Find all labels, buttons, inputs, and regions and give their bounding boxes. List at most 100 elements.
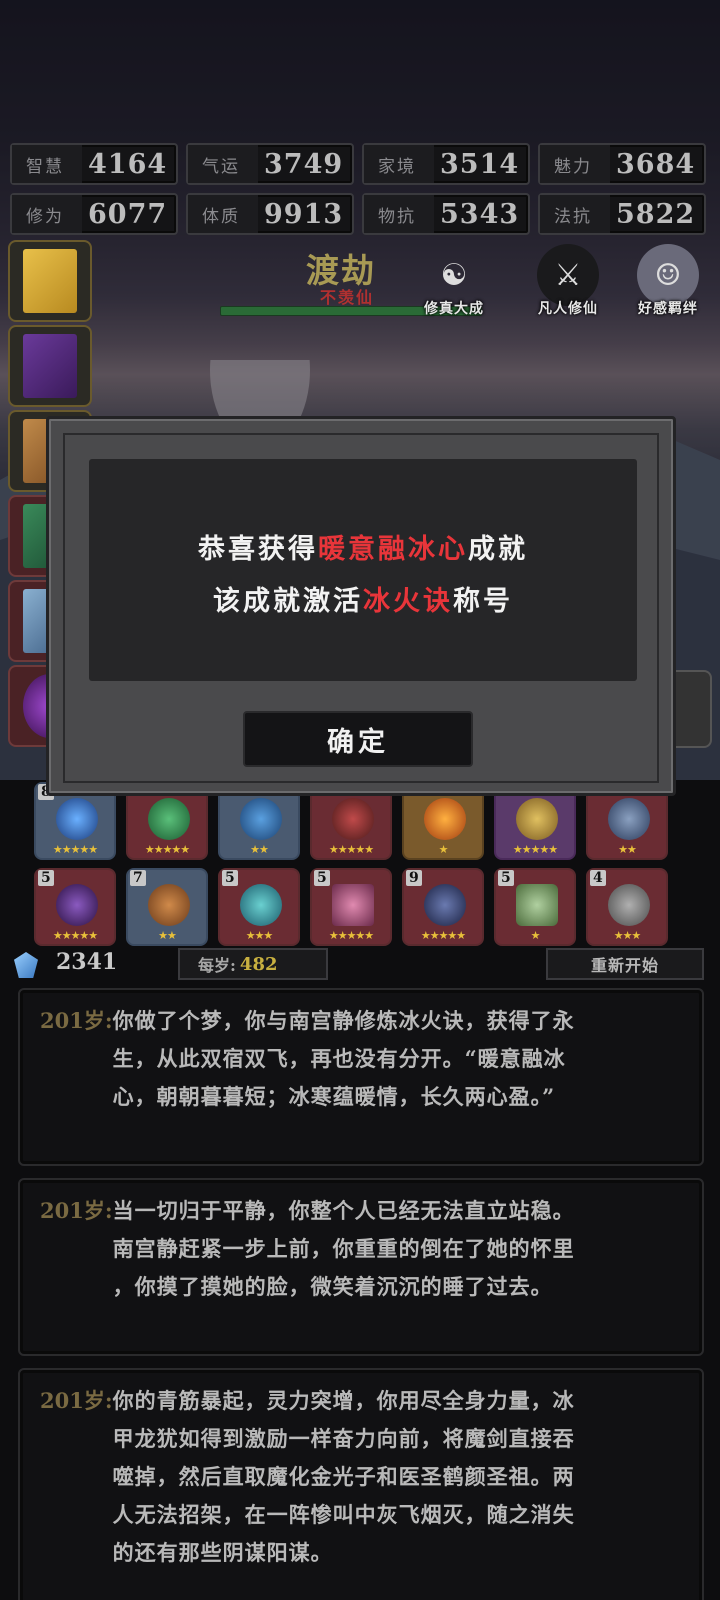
orb-artifact-icon bbox=[56, 798, 98, 840]
message-suffix: 称号 bbox=[453, 586, 513, 617]
title-name: 冰火诀 bbox=[363, 586, 453, 617]
log-entry: 201岁: 你做了个梦，你与南宫静修炼冰火诀，获得了永 生，从此双宿双飞，再也没… bbox=[18, 988, 704, 1166]
stat-wukang: 物抗 5343 bbox=[362, 193, 530, 235]
item-level: 7 bbox=[130, 870, 146, 886]
stat-label: 物抗 bbox=[364, 195, 434, 233]
realm-subtitle: 不羡仙 bbox=[320, 288, 375, 307]
log-line: 噬掉，然后直取魔化金光子和医圣鹤颜圣祖。两 bbox=[112, 1464, 575, 1489]
stat-zhihui: 智慧 4164 bbox=[10, 143, 178, 185]
item-stars: ★★★ bbox=[245, 929, 274, 942]
log-age: 201岁: bbox=[40, 1388, 113, 1413]
sword-icon: ⚔ bbox=[537, 244, 599, 306]
log-entry: 201岁: 你的青筋暴起，灵力突增，你用尽全身力量，冰 甲龙犹如得到激励一样奋力… bbox=[18, 1368, 704, 1600]
log-line: 甲龙犹如得到激励一样奋力向前，将魔剑直接吞 bbox=[112, 1426, 575, 1451]
book-slot-2[interactable] bbox=[8, 325, 92, 407]
item-level: 4 bbox=[590, 870, 606, 886]
log-age: 201岁: bbox=[40, 1008, 113, 1033]
stat-meili: 魅力 3684 bbox=[538, 143, 706, 185]
item-stars: ★★★★★ bbox=[144, 843, 190, 856]
cultivation-button[interactable]: ☯ 修真大成 bbox=[414, 244, 494, 318]
stat-value: 5343 bbox=[440, 198, 520, 230]
equipment-slot[interactable]: 5 ★★★ bbox=[218, 868, 300, 946]
portrait-icon: ☺ bbox=[637, 244, 699, 306]
stat-jiajing: 家境 3514 bbox=[362, 143, 530, 185]
per-year-value: 482 bbox=[239, 953, 278, 975]
item-stars: ★★★★★ bbox=[512, 843, 558, 856]
purple-book-icon bbox=[23, 334, 77, 398]
item-level: 5 bbox=[314, 870, 330, 886]
affinity-label: 好感羁绊 bbox=[638, 301, 698, 317]
scroll-artifact-icon bbox=[332, 884, 374, 926]
item-stars: ★★★★★ bbox=[328, 929, 374, 942]
cultivation-label: 修真大成 bbox=[424, 301, 484, 317]
item-stars: ★ bbox=[438, 843, 449, 856]
stats-panel: 智慧 4164 气运 3749 家境 3514 魅力 3684 修为 6077 体质 991… bbox=[10, 143, 710, 235]
equipment-grid: 8★★★★★ ★★★★★ ★★ ★★★★★ ★ ★★★★★ ★★ 5★★★★★ … bbox=[34, 782, 694, 954]
confirm-button[interactable]: 确定 bbox=[243, 711, 473, 767]
stat-qiyun: 气运 3749 bbox=[186, 143, 354, 185]
achievement-name: 暖意融冰心 bbox=[318, 534, 468, 565]
stat-label: 气运 bbox=[188, 145, 258, 183]
crystal-count: 2341 bbox=[56, 949, 118, 975]
equipment-row: 5 ★★★★★ 7 ★★ 5 ★★★ 5 ★★★★★ 9 ★★★★★ 5 ★ 4 ★★★ bbox=[34, 868, 694, 946]
affinity-button[interactable]: ☺ 好感羁绊 bbox=[622, 244, 714, 318]
stat-tizhi: 体质 9913 bbox=[186, 193, 354, 235]
gourd-artifact-icon bbox=[516, 798, 558, 840]
equipment-slot[interactable]: 5 ★★★★★ bbox=[310, 868, 392, 946]
log-line: 当一切归于平静，你整个人已经无法直立站稳。 bbox=[112, 1198, 575, 1223]
message-prefix: 恭喜获得 bbox=[198, 534, 318, 565]
log-text: 当一切归于平静，你整个人已经无法直立站稳。 南宫静赶紧一步上前，你重重的倒在了她… bbox=[113, 1192, 575, 1306]
stat-value: 3514 bbox=[440, 148, 520, 180]
stat-value: 3749 bbox=[264, 148, 344, 180]
log-line: ，你摸了摸她的脸，微笑着沉沉的睡了过去。 bbox=[112, 1274, 553, 1299]
jade-artifact-icon bbox=[240, 884, 282, 926]
axe-artifact-icon bbox=[608, 884, 650, 926]
stat-xiuwei: 修为 6077 bbox=[10, 193, 178, 235]
seal-artifact-icon bbox=[516, 884, 558, 926]
equipment-slot[interactable]: 7 ★★ bbox=[126, 868, 208, 946]
meditation-icon: ☯ bbox=[440, 257, 468, 293]
log-line: 你的青筋暴起，灵力突增，你用尽全身力量，冰 bbox=[112, 1388, 575, 1413]
ring-artifact-icon bbox=[332, 798, 374, 840]
fire-ring-artifact-icon bbox=[424, 798, 466, 840]
stat-value: 5822 bbox=[616, 198, 696, 230]
stat-label: 智慧 bbox=[12, 145, 82, 183]
sword-artifact-icon bbox=[148, 884, 190, 926]
currency-bar: 2341 每岁: 482 重新开始 bbox=[0, 948, 720, 980]
item-stars: ★★ bbox=[250, 843, 269, 856]
boots-artifact-icon bbox=[240, 798, 282, 840]
log-line: 人无法招架，在一阵惨叫中灰飞烟灭，随之消失 bbox=[112, 1502, 575, 1527]
book-slot-1[interactable] bbox=[8, 240, 92, 322]
equipment-slot[interactable]: 5 ★ bbox=[494, 868, 576, 946]
mirror-artifact-icon bbox=[56, 884, 98, 926]
stat-label: 家境 bbox=[364, 145, 434, 183]
log-text: 你做了个梦，你与南宫静修炼冰火诀，获得了永 生，从此双宿双飞，再也没有分开。“暖… bbox=[113, 1002, 575, 1116]
stat-label: 魅力 bbox=[540, 145, 610, 183]
dagger-artifact-icon bbox=[608, 798, 650, 840]
restart-button[interactable]: 重新开始 bbox=[546, 948, 704, 980]
equipment-slot[interactable]: 9 ★★★★★ bbox=[402, 868, 484, 946]
message-prefix: 该成就激活 bbox=[213, 586, 363, 617]
equipment-slot[interactable]: 5 ★★★★★ bbox=[34, 868, 116, 946]
stat-fakang: 法抗 5822 bbox=[538, 193, 706, 235]
item-stars: ★★ bbox=[158, 929, 177, 942]
mortal-cultivation-button[interactable]: ⚔ 凡人修仙 bbox=[524, 244, 612, 318]
dialog-message-box: 恭喜获得暖意融冰心成就 该成就激活冰火诀称号 bbox=[89, 459, 637, 681]
stat-value: 9913 bbox=[264, 198, 344, 230]
stat-label: 体质 bbox=[188, 195, 258, 233]
item-stars: ★★★★★ bbox=[328, 843, 374, 856]
log-line: 南宫静赶紧一步上前，你重重的倒在了她的怀里 bbox=[112, 1236, 575, 1261]
item-level: 5 bbox=[38, 870, 54, 886]
yellow-book-icon bbox=[23, 249, 77, 313]
equipment-slot[interactable]: 4 ★★★ bbox=[586, 868, 668, 946]
item-level: 5 bbox=[498, 870, 514, 886]
per-year-badge: 每岁: 482 bbox=[178, 948, 328, 980]
mortal-cultivation-label: 凡人修仙 bbox=[538, 301, 598, 317]
claw-artifact-icon bbox=[148, 798, 190, 840]
log-text: 你的青筋暴起，灵力突增，你用尽全身力量，冰 甲龙犹如得到激励一样奋力向前，将魔剑… bbox=[113, 1382, 575, 1572]
stat-label: 修为 bbox=[12, 195, 82, 233]
item-level: 9 bbox=[406, 870, 422, 886]
log-entry: 201岁: 当一切归于平静，你整个人已经无法直立站稳。 南宫静赶紧一步上前，你重… bbox=[18, 1178, 704, 1356]
item-stars: ★★★★★ bbox=[52, 929, 98, 942]
achievement-dialog: 恭喜获得暖意融冰心成就 该成就激活冰火诀称号 确定 bbox=[46, 416, 676, 796]
